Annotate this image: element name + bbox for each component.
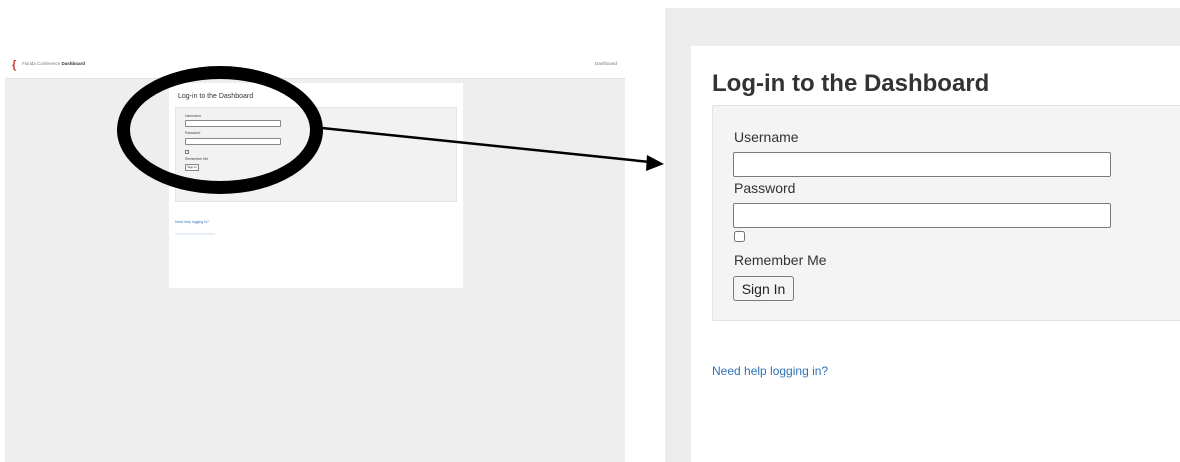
username-input[interactable] [733, 152, 1111, 177]
highlight-circle [117, 66, 323, 194]
mini-header: { Florida Conference Dashboard Dashboard [5, 53, 625, 79]
zoomed-login-panel: Log-in to the Dashboard Username Passwor… [665, 0, 1180, 462]
username-label: Username [734, 129, 799, 145]
password-input[interactable] [733, 203, 1111, 228]
sign-in-button[interactable]: Sign In [733, 276, 794, 301]
flame-cross-icon: { [12, 59, 17, 71]
help-login-link[interactable]: Need help logging in? [712, 364, 828, 378]
mini-brand: Florida Conference Dashboard [22, 61, 86, 66]
page-title: Log-in to the Dashboard [712, 70, 990, 97]
login-card: Log-in to the Dashboard Username Passwor… [691, 46, 1180, 462]
mini-nav-link: Dashboard [594, 61, 617, 66]
remember-me-checkbox[interactable] [734, 231, 745, 242]
password-label: Password [734, 180, 796, 196]
remember-me-label: Remember Me [734, 252, 827, 268]
top-strip [665, 0, 1180, 8]
login-form: Username Password Remember Me Sign In [712, 105, 1180, 321]
mini-help-underline [175, 233, 215, 235]
mini-help-link: Need help logging in? [175, 220, 209, 224]
